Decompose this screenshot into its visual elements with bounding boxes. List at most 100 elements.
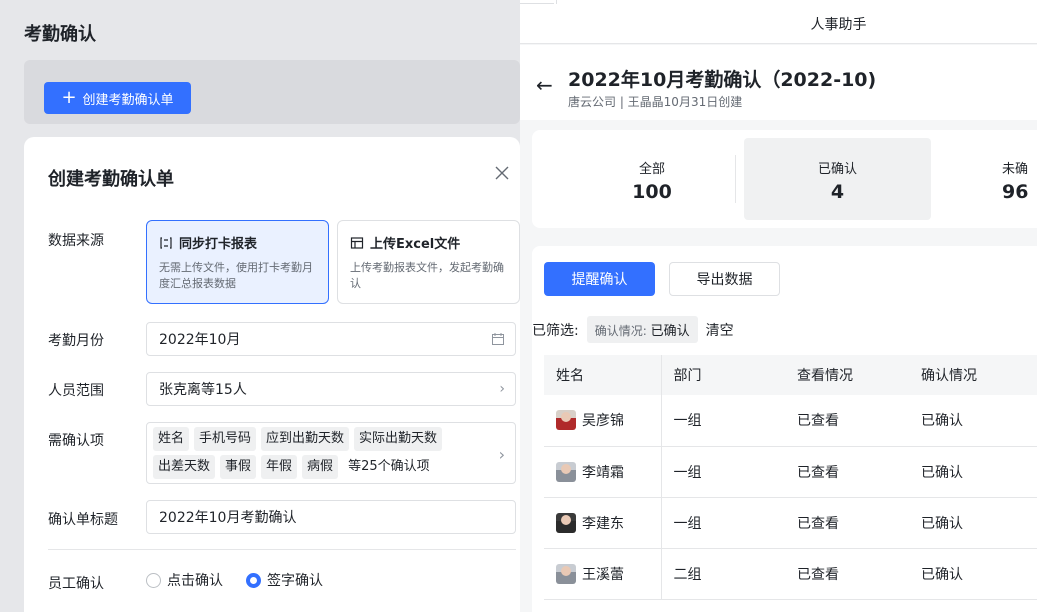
col-header-name: 姓名 [544,355,662,395]
avatar [556,410,576,431]
items-label: 需确认项 [48,433,104,449]
avatar [556,512,576,533]
dept-cell: 二组 [661,548,785,600]
page-title: 考勤确认 [24,24,96,45]
item-tag: 姓名 [153,427,190,451]
table-icon [350,236,364,249]
right-panel: 人事助手 ← 2022年10月考勤确认（2022-10) 唐云公司 | 王晶晶1… [520,0,1037,612]
record-subtitle: 唐云公司 | 王晶晶10月31日创建 [568,95,743,109]
chevron-right-icon: › [498,445,505,464]
radio-icon [146,572,161,588]
clear-filter-link[interactable]: 清空 [706,320,734,340]
employee-confirm-label: 员工确认 [48,576,104,592]
view-cell: 已查看 [785,395,909,447]
stat-value: 100 [632,181,672,203]
month-picker[interactable]: 2022年10月 [146,322,516,356]
dept-cell: 一组 [661,395,785,447]
dialog-title: 创建考勤确认单 [48,169,174,190]
filter-value: 已确认 [650,324,690,339]
employee-name: 李建东 [582,515,624,532]
create-dialog: 创建考勤确认单 数据来源 同步打卡报表 无需上传文件，使用打卡考勤月度汇总报表数… [24,137,520,612]
item-tag: 病假 [302,455,339,479]
view-cell: 已查看 [785,548,909,600]
stat-value: 4 [830,181,845,203]
table-row[interactable]: 李靖霜 一组 已查看 已确认 [544,446,1037,498]
source-title: 同步打卡报表 [179,237,258,252]
employee-name: 李靖霜 [582,464,624,481]
export-data-button[interactable]: 导出数据 [669,262,780,296]
view-cell: 已查看 [785,446,909,498]
source-title: 上传Excel文件 [370,237,461,252]
col-header-view: 查看情况 [785,355,909,395]
form-title-value: 2022年10月考勤确认 [159,510,297,526]
dept-cell: 一组 [661,497,785,549]
source-desc: 上传考勤报表文件，发起考勤确认 [350,261,504,290]
item-tag: 年假 [261,455,298,479]
remind-confirm-button[interactable]: 提醒确认 [544,262,655,296]
view-cell: 已查看 [785,497,909,549]
confirm-cell: 已确认 [909,548,1037,600]
stat-confirmed[interactable]: 已确认 4 [744,138,931,220]
source-desc: 无需上传文件，使用打卡考勤月度汇总报表数据 [159,261,313,290]
scope-value: 张克离等15人 [159,382,247,398]
close-icon[interactable] [492,163,512,183]
avatar [556,461,576,482]
item-tag: 事假 [220,455,257,479]
scope-selector[interactable]: 张克离等15人 › [146,372,516,406]
employee-name: 王溪蕾 [582,566,624,583]
table-row[interactable]: 王溪蕾 二组 已查看 已确认 [544,548,1037,600]
filter-bar: 已筛选: 确认情况: 已确认 清空 [532,316,734,343]
stat-unconfirmed[interactable]: 未确 96 [1002,138,1037,220]
chevron-right-icon: › [499,381,505,397]
filter-label: 已筛选: [532,322,579,339]
create-confirm-form-button[interactable]: + 创建考勤确认单 [44,82,191,114]
col-header-confirm: 确认情况 [909,355,1037,395]
back-arrow-icon[interactable]: ← [536,73,553,97]
source-option-excel[interactable]: 上传Excel文件 上传考勤报表文件，发起考勤确认 [337,220,520,304]
avatar [556,563,576,584]
app-topbar: 人事助手 [520,0,1037,44]
radio-sign-confirm[interactable]: 签字确认 [246,570,323,590]
divider [735,155,736,203]
sync-icon [160,236,172,249]
radio-label: 签字确认 [267,573,323,589]
item-tag: 实际出勤天数 [354,427,443,451]
filter-key: 确认情况: [594,324,647,338]
month-label: 考勤月份 [48,333,104,349]
item-tag: 手机号码 [194,427,257,451]
confirm-cell: 已确认 [909,497,1037,549]
radio-click-confirm[interactable]: 点击确认 [146,570,223,590]
radio-selected-icon [246,572,261,588]
employee-name: 吴彦锦 [582,413,624,430]
source-option-sync[interactable]: 同步打卡报表 无需上传文件，使用打卡考勤月度汇总报表数据 [146,220,329,304]
data-source-label: 数据来源 [48,233,104,249]
confirm-cell: 已确认 [909,395,1037,447]
create-button-label: 创建考勤确认单 [82,92,174,108]
app-title: 人事助手 [810,17,867,33]
tab-edge [556,0,1037,4]
stat-label: 全部 [638,162,665,177]
stats-card: 全部 100 已确认 4 未确 96 [532,130,1037,228]
radio-label: 点击确认 [167,573,223,589]
filter-chip[interactable]: 确认情况: 已确认 [586,316,698,343]
list-card: 提醒确认 导出数据 已筛选: 确认情况: 已确认 清空 姓名 部门 查看情况 确… [532,246,1037,612]
dept-cell: 一组 [661,446,785,498]
record-header: ← 2022年10月考勤确认（2022-10) 唐云公司 | 王晶晶10月31日… [520,45,1037,120]
employee-table: 姓名 部门 查看情况 确认情况 吴彦锦 一组 已查看 已确认 李靖霜 一组 已查… [544,355,1037,600]
item-tag: 应到出勤天数 [261,427,350,451]
scope-label: 人员范围 [48,383,104,399]
item-tag: 出差天数 [153,455,216,479]
items-more: 等25个确认项 [348,459,430,474]
table-header: 姓名 部门 查看情况 确认情况 [544,355,1037,395]
table-row[interactable]: 吴彦锦 一组 已查看 已确认 [544,395,1037,447]
form-title-label: 确认单标题 [48,512,118,528]
items-selector[interactable]: 姓名 手机号码 应到出勤天数 实际出勤天数 出差天数 事假 年假 病假 等25个… [146,422,516,484]
table-row[interactable]: 李建东 一组 已查看 已确认 [544,497,1037,549]
stat-all[interactable]: 全部 100 [572,138,732,220]
col-header-dept: 部门 [661,355,785,395]
stat-value: 96 [1002,181,1029,203]
stat-label: 已确认 [817,162,857,177]
record-title: 2022年10月考勤确认（2022-10) [568,69,877,91]
tab-edge [520,0,554,4]
form-title-input[interactable]: 2022年10月考勤确认 [146,500,516,534]
